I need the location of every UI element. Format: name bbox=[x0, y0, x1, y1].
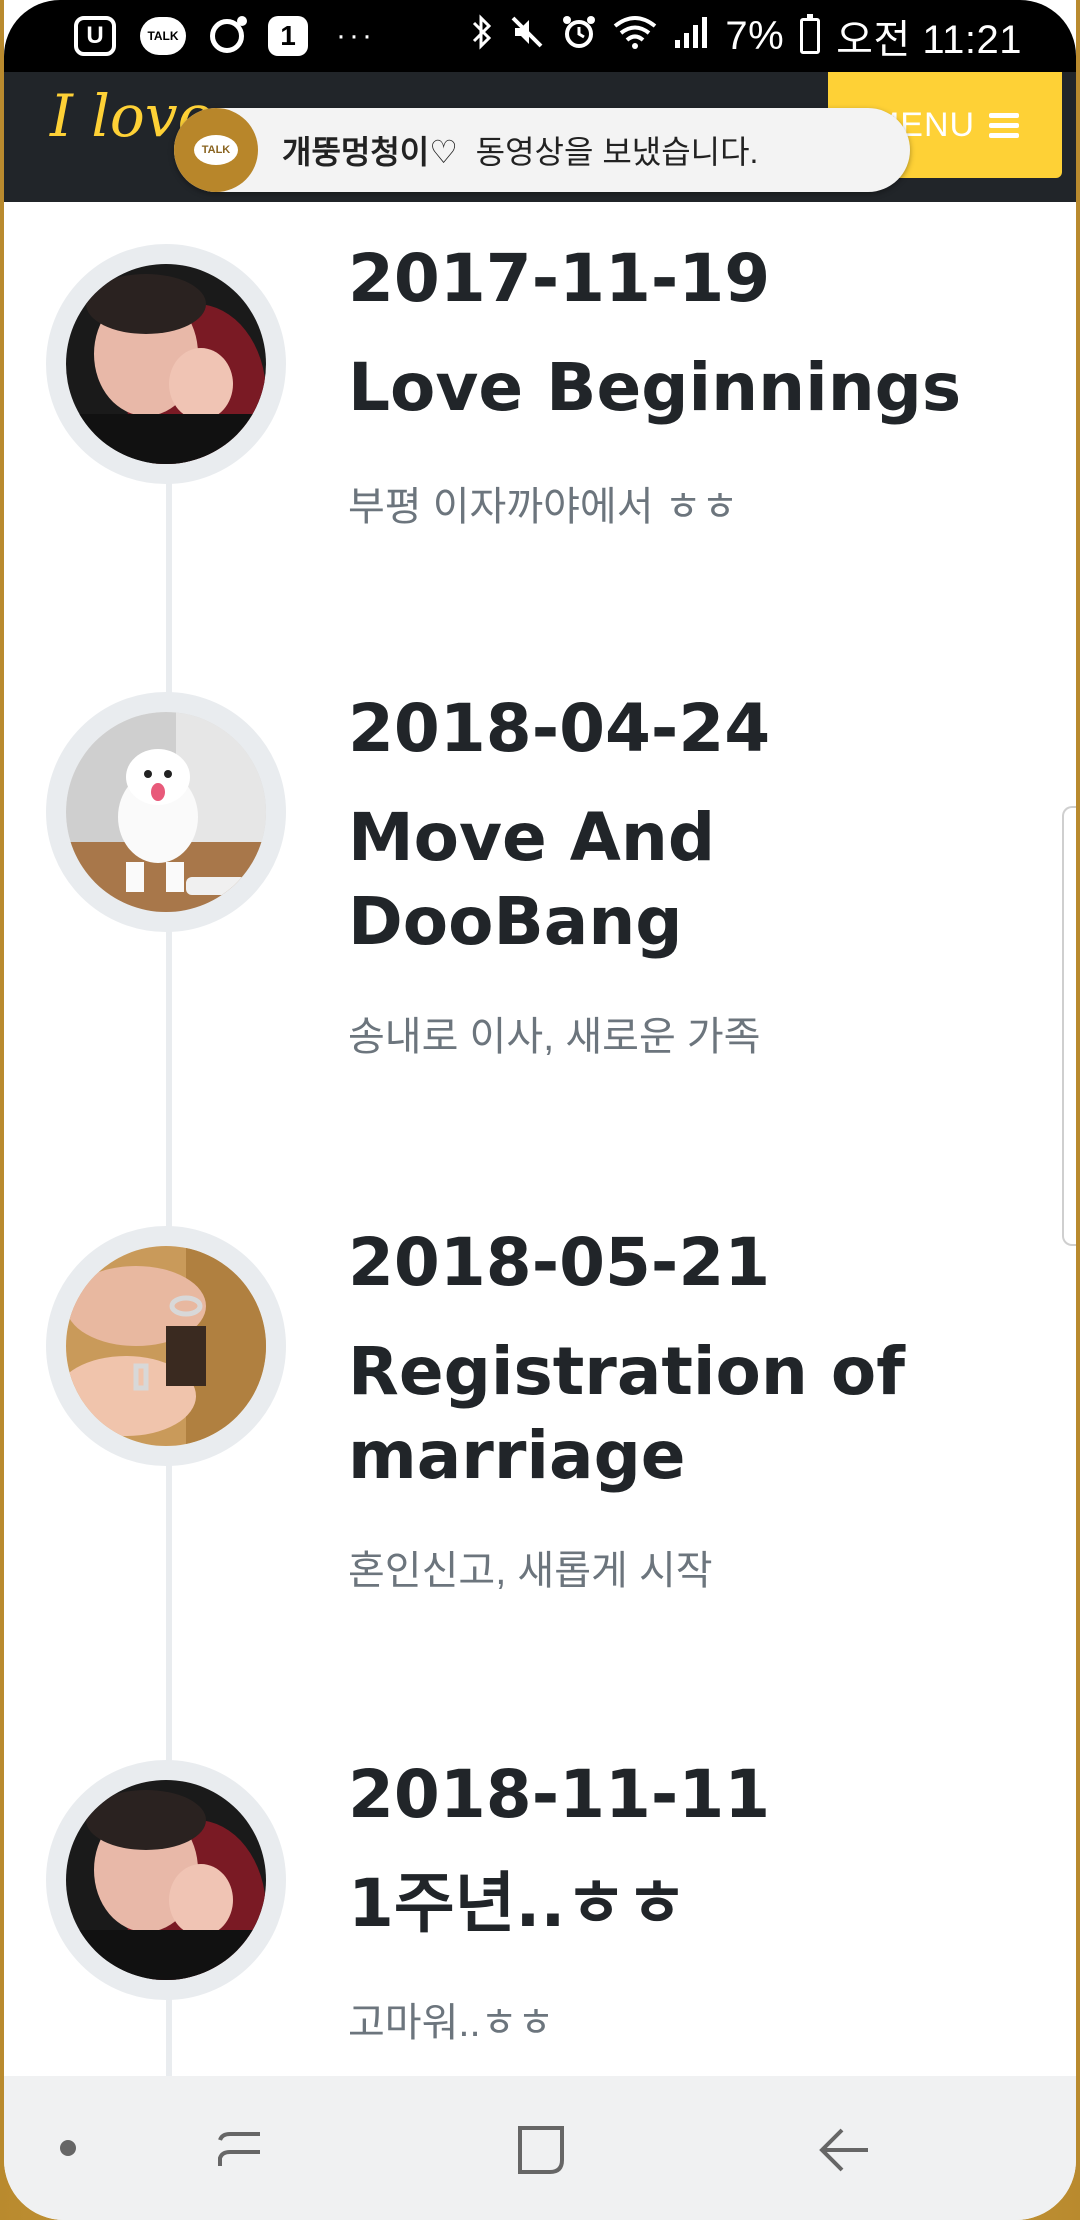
entry-subtitle: 혼인신고, 새롭게 시작 bbox=[348, 1549, 713, 1593]
entry-title: Move And DooBang bbox=[348, 799, 716, 960]
entry-date: 2018-04-24 bbox=[348, 690, 771, 767]
scroll-indicator[interactable] bbox=[1062, 806, 1076, 1246]
toast-body: 동영상을 보냈습니다. bbox=[475, 134, 759, 170]
clock: 오전 11:21 bbox=[836, 18, 1022, 62]
kakaotalk-icon: TALK bbox=[174, 108, 258, 192]
one-icon: 1 bbox=[268, 16, 308, 56]
entry-date: 2018-11-11 bbox=[348, 1756, 771, 1833]
talk-bubble: TALK bbox=[194, 135, 238, 165]
u-plus-icon: U bbox=[74, 16, 116, 56]
couple-photo bbox=[46, 1760, 286, 2000]
home-icon[interactable] bbox=[512, 2120, 572, 2180]
mute-icon bbox=[509, 14, 545, 58]
camera-app-icon bbox=[210, 16, 247, 53]
notification-toast[interactable]: TALK 개뚱멍청이♡ 동영상을 보냈습니다. bbox=[174, 108, 910, 192]
puppy-photo bbox=[46, 692, 286, 932]
nav-dot-icon[interactable] bbox=[60, 2140, 76, 2156]
bluetooth-icon bbox=[471, 14, 493, 58]
recents-icon[interactable] bbox=[210, 2120, 270, 2180]
entry-title: 1주년..ㅎㅎ bbox=[348, 1865, 687, 1942]
entry-date: 2017-11-19 bbox=[348, 240, 771, 317]
rings-photo bbox=[46, 1226, 286, 1466]
entry-subtitle: 부평 이자까야에서 ㅎㅎ bbox=[348, 485, 739, 529]
wifi-icon bbox=[613, 14, 657, 58]
signal-icon bbox=[673, 14, 709, 58]
battery-percent: 7% bbox=[725, 13, 785, 58]
more-dots-icon: ··· bbox=[336, 19, 375, 52]
entry-subtitle: 고마워..ㅎㅎ bbox=[348, 2001, 555, 2045]
alarm-icon bbox=[561, 14, 597, 58]
hamburger-icon bbox=[989, 113, 1020, 138]
battery-icon bbox=[800, 14, 821, 54]
status-bar: U TALK 1 ··· 7% 오전 11:21 bbox=[4, 0, 1076, 72]
entry-subtitle: 송내로 이사, 새로운 가족 bbox=[348, 1015, 761, 1059]
entry-title: Registration of marriage bbox=[348, 1333, 905, 1494]
entry-date: 2018-05-21 bbox=[348, 1224, 771, 1301]
kakaotalk-icon: TALK bbox=[140, 17, 186, 55]
toast-sender: 개뚱멍청이♡ bbox=[282, 134, 458, 170]
toast-message: 개뚱멍청이♡ 동영상을 보냈습니다. bbox=[282, 127, 758, 173]
back-icon[interactable] bbox=[814, 2120, 874, 2180]
navigation-bar bbox=[4, 2076, 1076, 2220]
couple-photo bbox=[46, 244, 286, 484]
phone-screen: U TALK 1 ··· 7% 오전 11:21 I love MENU TAL… bbox=[4, 0, 1076, 2220]
entry-title: Love Beginnings bbox=[348, 349, 962, 426]
